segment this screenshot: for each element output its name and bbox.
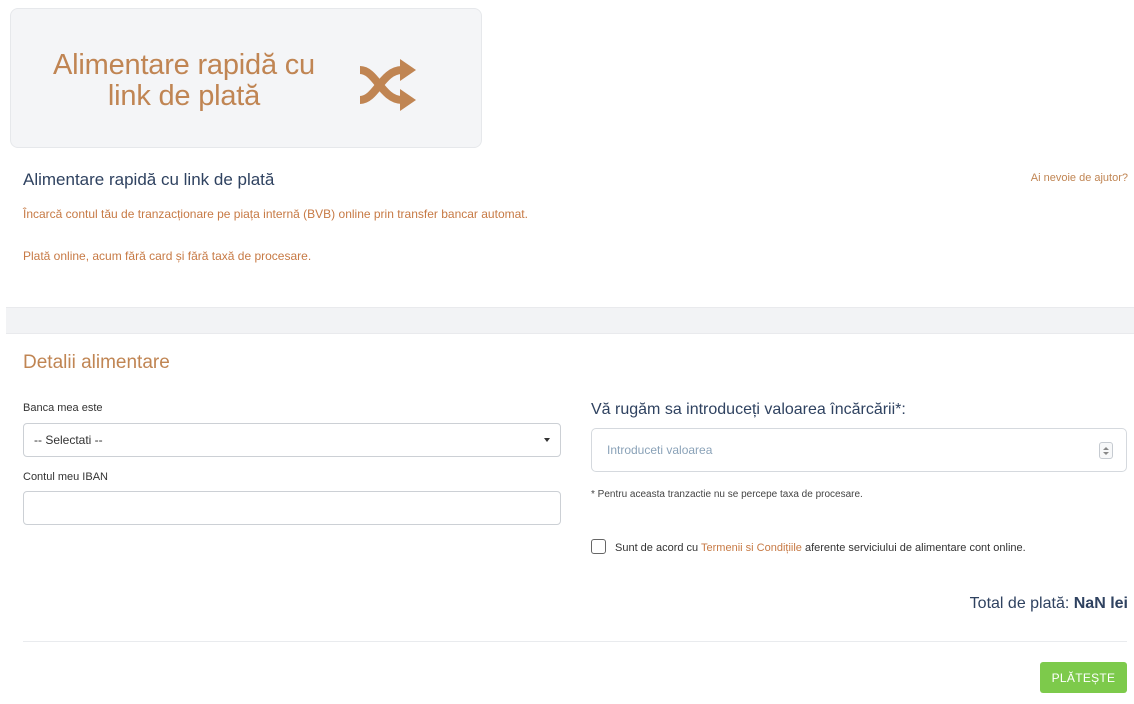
number-spinner-icon[interactable] (1099, 442, 1113, 459)
total-to-pay: Total de plată: NaN lei (970, 595, 1128, 613)
total-label: Total de plată: (969, 595, 1070, 612)
spinner-down-icon[interactable] (1103, 451, 1109, 455)
terms-text: Sunt de acord cu Termenii si Condițiile … (615, 542, 1026, 554)
divider (23, 641, 1127, 642)
iban-label: Contul meu IBAN (23, 471, 108, 483)
terms-suffix: aferente serviciului de alimentare cont … (804, 542, 1026, 554)
amount-placeholder: Introduceti valoarea (607, 443, 713, 457)
bank-select[interactable]: -- Selectati -- (23, 423, 561, 457)
spinner-up-icon[interactable] (1103, 446, 1109, 450)
pay-button[interactable]: PLĂTEȘTE (1040, 662, 1127, 693)
hero-card[interactable]: Alimentare rapidă cu link de plată (10, 8, 482, 148)
processing-fee-note: * Pentru aceasta tranzactie nu se percep… (591, 489, 863, 500)
iban-input[interactable] (23, 491, 561, 525)
total-value: NaN lei (1073, 595, 1128, 612)
description-line-2: Plată online, acum fără card și fără tax… (23, 249, 312, 263)
terms-prefix: Sunt de acord cu (615, 542, 699, 554)
terms-checkbox[interactable] (591, 539, 606, 554)
hero-title: Alimentare rapidă cu link de plată (53, 49, 315, 112)
amount-input[interactable]: Introduceti valoarea (591, 428, 1127, 472)
details-title: Detalii alimentare (23, 352, 170, 373)
section-separator-band (6, 307, 1134, 334)
shuffle-icon (359, 59, 416, 111)
terms-link[interactable]: Termenii si Condițiile (701, 542, 802, 554)
description-line-1: Încarcă contul tău de tranzacționare pe … (23, 207, 528, 221)
amount-title: Vă rugăm sa introduceți valoarea încărcă… (591, 401, 906, 418)
caret-down-icon (544, 438, 550, 442)
help-link[interactable]: Ai nevoie de ajutor? (1031, 172, 1128, 184)
bank-label: Banca mea este (23, 402, 103, 414)
section-title: Alimentare rapidă cu link de plată (23, 170, 275, 189)
bank-select-value: -- Selectati -- (34, 433, 103, 447)
